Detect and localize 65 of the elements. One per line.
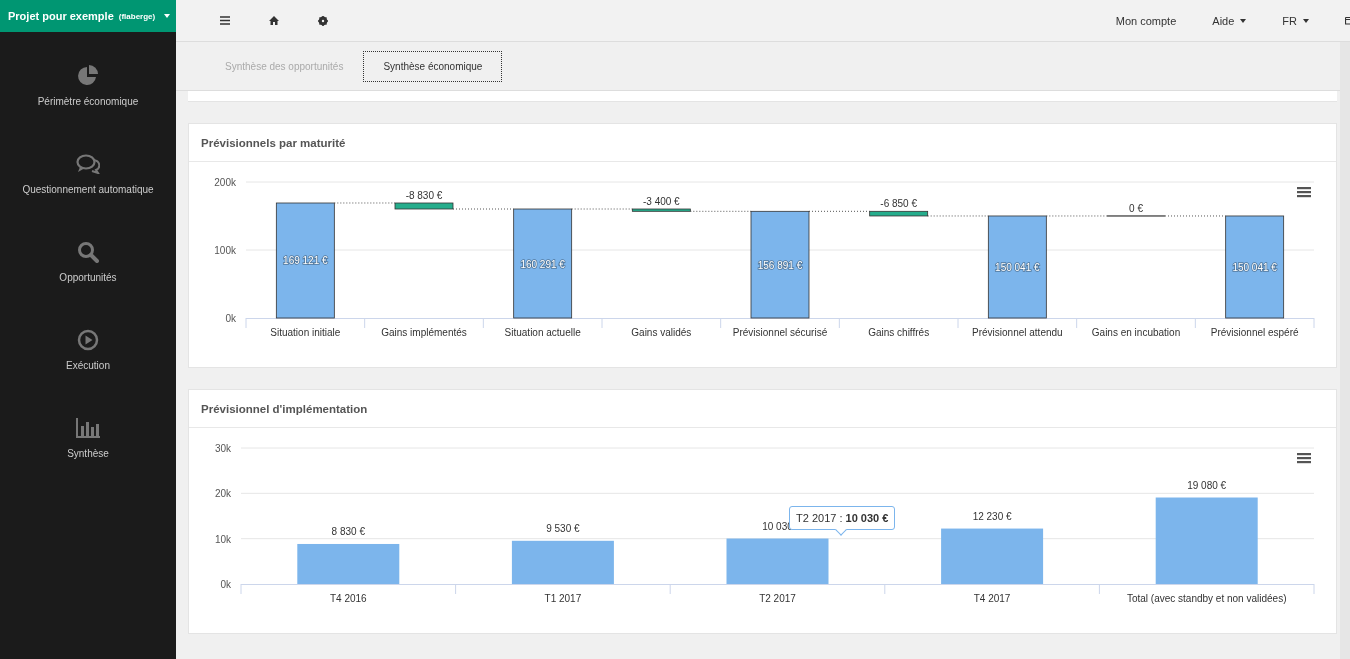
- sidebar-item[interactable]: Périmètre économique: [0, 65, 176, 153]
- category-label: Prévisionnel attendu: [972, 327, 1063, 338]
- card-title: Prévisionnels par maturité: [201, 136, 346, 149]
- value-label: 19 080 €: [1187, 479, 1227, 491]
- value-label: -6 850 €: [880, 198, 917, 210]
- value-label: 12 230 €: [972, 510, 1012, 522]
- chart-bar[interactable]: [1225, 215, 1285, 319]
- value-label: 150 041 €: [995, 262, 1040, 273]
- tab[interactable]: Synthèse économique: [363, 50, 503, 82]
- project-name: Projet pour exemple: [8, 10, 114, 22]
- axis-label: 30k: [214, 443, 231, 454]
- category-label: Gains en incubation: [1091, 327, 1181, 338]
- category-label: Prévisionnel espéré: [1210, 327, 1299, 338]
- category-label: T2 2017: [759, 593, 796, 604]
- pie-chart-icon: [77, 65, 99, 87]
- value-label: 0 €: [1129, 202, 1143, 214]
- axis-label: 200k: [214, 177, 236, 188]
- category-label: Gains implémentés: [381, 327, 467, 338]
- chart-bar[interactable]: [750, 210, 810, 319]
- window-icon[interactable]: [1345, 16, 1350, 25]
- card-title: Prévisionnel d'implémentation: [201, 402, 368, 415]
- sidebar-item[interactable]: Questionnement automatique: [0, 153, 176, 241]
- value-label: 156 891 €: [757, 259, 803, 271]
- axis-label: 10k: [214, 533, 231, 545]
- value-label: 8 830 €: [331, 525, 365, 537]
- dropdown-menu[interactable]: Aide: [1194, 14, 1265, 27]
- sidebar-item[interactable]: Opportunités: [0, 241, 176, 329]
- category-label: T4 2016: [329, 593, 367, 604]
- project-selector[interactable]: Projet pour exemple (flaberge): [0, 0, 176, 32]
- chart-bar[interactable]: [987, 215, 1047, 319]
- value-label: -8 830 €: [405, 190, 443, 201]
- value-label: 9 530 €: [546, 522, 580, 534]
- play-circle-icon: [77, 329, 99, 351]
- bar-chart-icon: [76, 418, 100, 438]
- menu-icon[interactable]: [1297, 187, 1311, 198]
- axis-label: 20k: [214, 488, 231, 500]
- home-icon[interactable]: [269, 16, 279, 25]
- chat-bubbles-icon: [76, 154, 100, 174]
- value-label: -3 400 €: [643, 196, 680, 207]
- sidebar-item[interactable]: Synthèse: [0, 417, 176, 505]
- category-label: Situation actuelle: [504, 327, 581, 338]
- caret-icon: [164, 14, 171, 18]
- chart-bar[interactable]: [275, 202, 335, 319]
- chart-bar[interactable]: [513, 208, 573, 319]
- search-icon: [77, 241, 99, 263]
- axis-label: 0k: [220, 579, 231, 590]
- menu-icon[interactable]: [1297, 453, 1311, 464]
- category-label: T4 2017: [973, 593, 1011, 604]
- project-user: (flaberge): [118, 11, 156, 21]
- dropdown-menu[interactable]: FR: [1264, 14, 1327, 27]
- value-label: 169 121 €: [283, 255, 328, 267]
- axis-label: 0k: [225, 313, 236, 324]
- category-label: Prévisionnel sécurisé: [732, 327, 828, 338]
- category-label: Total (avec standby et non validées): [1126, 593, 1287, 604]
- axis-label: 100k: [214, 245, 236, 256]
- account-link[interactable]: Mon compte: [1097, 14, 1195, 27]
- category-label: Situation initiale: [270, 327, 341, 338]
- category-label: Gains chiffrés: [868, 327, 930, 338]
- category-label: Gains validés: [631, 327, 692, 338]
- menu-icon[interactable]: [220, 16, 230, 25]
- sidebar-item[interactable]: Exécution: [0, 329, 176, 417]
- value-label: 160 291 €: [520, 258, 565, 270]
- settings-icon[interactable]: [318, 15, 328, 26]
- value-label: 150 041 €: [1232, 262, 1277, 273]
- category-label: T1 2017: [544, 593, 582, 604]
